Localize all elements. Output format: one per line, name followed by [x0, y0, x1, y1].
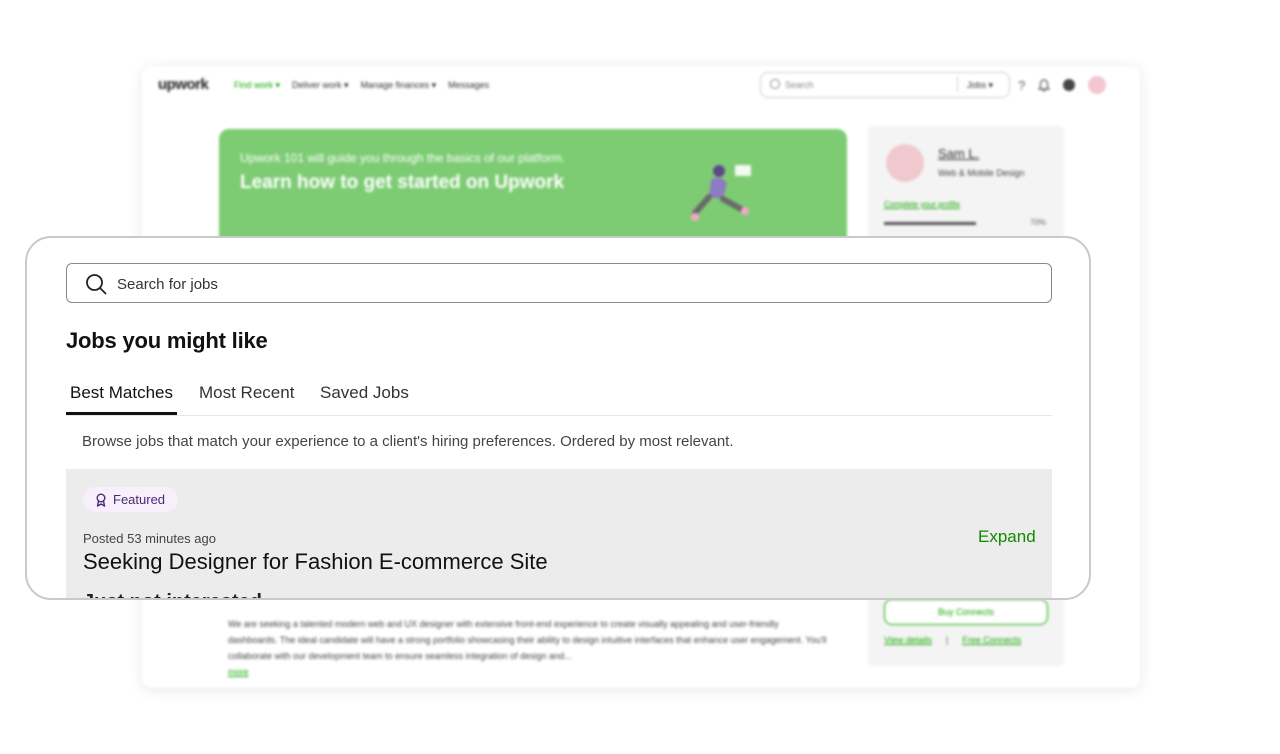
- job-search-input[interactable]: [115, 270, 1019, 298]
- job-search-field[interactable]: [66, 263, 1052, 303]
- bell-icon[interactable]: [1038, 78, 1051, 92]
- user-avatar[interactable]: [1088, 76, 1107, 94]
- complete-profile-link[interactable]: Complete your profile: [884, 200, 960, 209]
- nav-deliver-work[interactable]: Deliver work ▾: [292, 80, 349, 91]
- nav-messages[interactable]: Messages: [448, 80, 489, 91]
- banner-subtext: Upwork 101 will guide you through the ba…: [240, 151, 565, 165]
- upwork-logo: upwork: [158, 76, 209, 93]
- search-scope-dropdown[interactable]: Jobs ▾: [967, 80, 993, 91]
- tab-most-recent[interactable]: Most Recent: [195, 383, 298, 414]
- top-nav: Find work ▾ Deliver work ▾ Manage financ…: [234, 80, 489, 91]
- top-search-field[interactable]: Search Jobs ▾: [760, 72, 1010, 98]
- nav-find-work[interactable]: Find work ▾: [234, 80, 280, 91]
- job-tabs: Best Matches Most Recent Saved Jobs: [66, 383, 1052, 416]
- connects-links: View details | Free Connects: [884, 635, 1021, 645]
- gear-icon[interactable]: [1063, 79, 1076, 91]
- profile-name[interactable]: Sam L.: [938, 146, 979, 161]
- running-person-illustration: [691, 165, 751, 221]
- job-title[interactable]: Seeking Designer for Fashion E-commerce …: [83, 549, 548, 575]
- posted-time: Posted 53 minutes ago: [83, 531, 216, 546]
- search-icon: [86, 274, 107, 295]
- nav-manage-finances[interactable]: Manage finances ▾: [361, 80, 437, 91]
- expand-button[interactable]: Expand: [978, 527, 1036, 547]
- featured-badge: Featured: [83, 487, 179, 512]
- top-search-placeholder: Search: [785, 80, 814, 90]
- job-card[interactable]: Featured Posted 53 minutes ago Seeking D…: [66, 469, 1052, 598]
- link-separator: |: [945, 635, 949, 645]
- profile-progress-bar: [884, 222, 976, 225]
- view-details-link[interactable]: View details: [884, 635, 932, 645]
- profile-avatar[interactable]: [886, 144, 924, 182]
- jobs-panel: Jobs you might like Best Matches Most Re…: [25, 236, 1091, 600]
- tab-description: Browse jobs that match your experience t…: [82, 433, 734, 450]
- job-description: We are seeking a talented modern web and…: [228, 616, 828, 680]
- more-link[interactable]: more: [228, 667, 249, 677]
- header-icons: ?: [1018, 76, 1107, 94]
- award-ribbon-icon: [96, 493, 106, 507]
- profile-completion: 70%: [1030, 218, 1047, 227]
- profile-role: Web & Mobile Design: [938, 168, 1025, 178]
- job-description-text: We are seeking a talented modern web and…: [228, 619, 827, 661]
- banner-title: Learn how to get started on Upwork: [240, 172, 565, 193]
- tab-best-matches[interactable]: Best Matches: [66, 383, 177, 415]
- tab-saved-jobs[interactable]: Saved Jobs: [316, 383, 413, 414]
- page-title: Jobs you might like: [66, 328, 268, 353]
- buy-connects-button[interactable]: Buy Connects: [884, 599, 1048, 625]
- search-icon: [770, 79, 780, 89]
- not-interested-text[interactable]: Just not interested: [83, 591, 262, 598]
- search-divider: [957, 77, 958, 92]
- free-connects-link[interactable]: Free Connects: [962, 635, 1021, 645]
- help-icon[interactable]: ?: [1018, 78, 1025, 93]
- featured-badge-label: Featured: [113, 492, 166, 507]
